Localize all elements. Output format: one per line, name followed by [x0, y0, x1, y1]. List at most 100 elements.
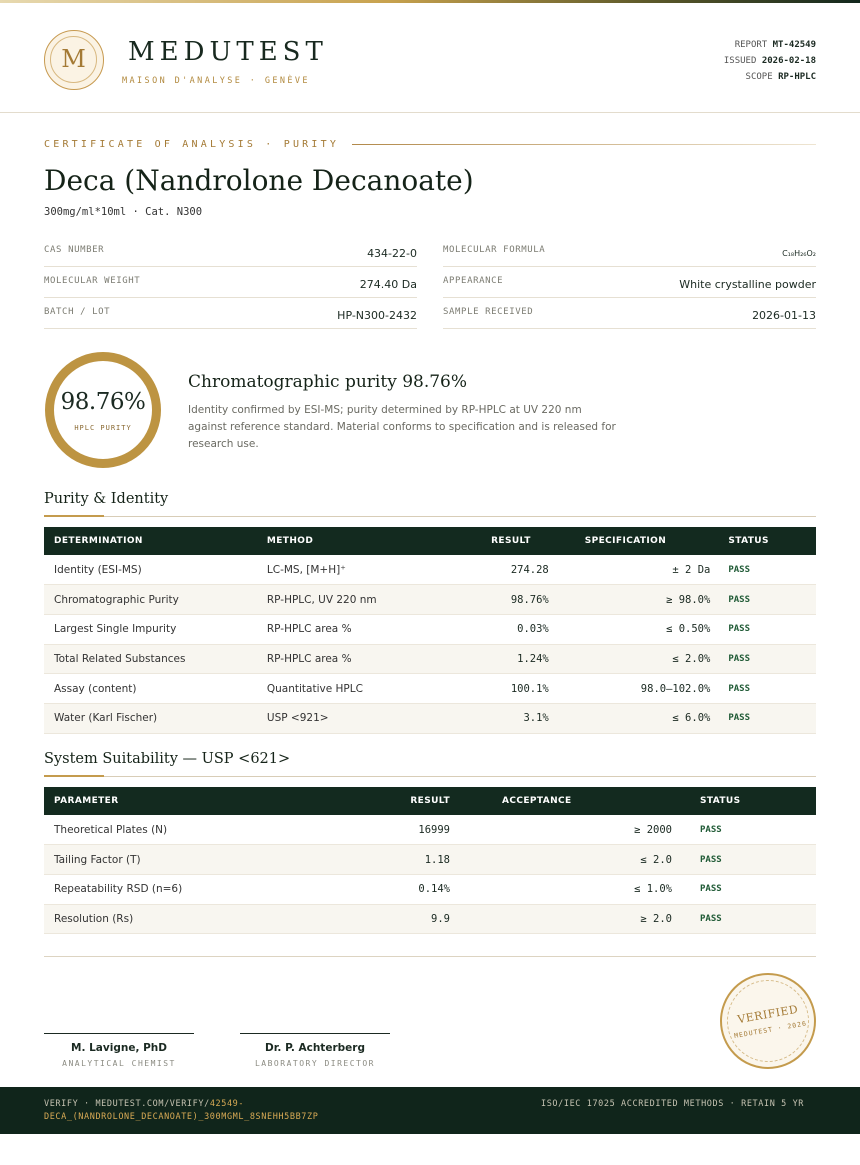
- determination-cell: Total Related Substances: [44, 644, 257, 675]
- info-label: SAMPLE RECEIVED: [443, 307, 534, 317]
- result-cell: 0.14%: [344, 874, 494, 905]
- parameter-cell: Theoretical Plates (N): [44, 815, 344, 846]
- specification-cell: 98.0–102.0%: [566, 673, 729, 704]
- specification-cell: ≤ 0.50%: [566, 614, 729, 645]
- section-title-text: System Suitability — USP <621>: [44, 751, 291, 767]
- column-header: DETERMINATION: [54, 536, 143, 546]
- status-badge: PASS: [728, 555, 816, 586]
- table-row: Chromatographic Purity RP-HPLC, UV 220 nm…: [44, 584, 816, 615]
- result-cell: 98.76%: [424, 584, 567, 615]
- parameter-cell: Tailing Factor (T): [44, 844, 344, 875]
- section-title-purity: Purity & Identity: [44, 488, 816, 517]
- result-cell: 274.28: [424, 555, 567, 586]
- determination-cell: Water (Karl Fischer): [44, 703, 257, 734]
- document-eyebrow: CERTIFICATE OF ANALYSIS · PURITY: [44, 139, 340, 150]
- scope-value: RP-HPLC: [778, 72, 816, 82]
- method-cell: RP-HPLC area %: [256, 614, 425, 645]
- column-header: STATUS: [700, 796, 741, 806]
- issued-label: ISSUED: [723, 56, 757, 66]
- purity-caption: HPLC PURITY: [74, 424, 132, 432]
- column-header: METHOD: [266, 536, 314, 546]
- column-header: RESULT: [491, 536, 531, 546]
- info-value: 2026-01-13: [752, 309, 816, 322]
- section-title-suitability: System Suitability — USP <621>: [44, 748, 816, 777]
- table-header-row: PARAMETER RESULT ACCEPTANCE STATUS: [44, 787, 816, 815]
- column-header: RESULT: [410, 796, 450, 806]
- column-header: SPECIFICATION: [584, 536, 667, 546]
- method-cell: LC-MS, [M+H]⁺: [256, 555, 425, 586]
- info-value: 434-22-0: [367, 247, 417, 260]
- purity-description: Identity confirmed by ESI-MS; purity det…: [188, 404, 616, 450]
- seal-inner: VERIFIED MEDUTEST · 2026: [720, 973, 816, 1069]
- accreditation-note: ISO/IEC 17025 ACCREDITED METHODS · RETAI…: [541, 1099, 805, 1109]
- table-header-row: DETERMINATION METHOD RESULT SPECIFICATIO…: [44, 527, 816, 555]
- section-title-text: Purity & Identity: [44, 491, 169, 507]
- info-label: BATCH / LOT: [44, 307, 111, 317]
- determination-cell: Chromatographic Purity: [44, 584, 257, 615]
- result-cell: 1.18: [344, 844, 494, 875]
- info-value: C₁₈H₂₆O₂: [782, 249, 816, 258]
- acceptance-cell: ≤ 1.0%: [494, 874, 690, 905]
- column-header: PARAMETER: [54, 796, 119, 806]
- info-row: APPEARANCE White crystalline powder: [443, 267, 816, 298]
- info-row: CAS NUMBER 434-22-0: [44, 236, 417, 267]
- info-value: 274.40 Da: [359, 278, 417, 291]
- result-cell: 100.1%: [424, 673, 567, 704]
- info-grid-left: CAS NUMBER 434-22-0 MOLECULAR WEIGHT 274…: [44, 236, 417, 329]
- status-badge: PASS: [728, 584, 816, 615]
- table-row: Total Related Substances RP-HPLC area % 1.…: [44, 644, 816, 675]
- table-row: Tailing Factor (T) 1.18 ≤ 2.0 PASS: [44, 844, 816, 875]
- table-row: Assay (content) Quantitative HPLC 100.1% 98…: [44, 673, 816, 704]
- specification-cell: ≤ 2.0%: [566, 644, 729, 675]
- signatory-role: LABORATORY DIRECTOR: [254, 1059, 375, 1068]
- status-badge: PASS: [728, 644, 816, 675]
- eyebrow-divider: [352, 144, 816, 145]
- acceptance-cell: ≤ 2.0: [494, 844, 690, 875]
- table-row: Repeatability RSD (n=6) 0.14% ≤ 1.0% PASS: [44, 874, 816, 905]
- purity-value: 98.76%: [60, 389, 146, 415]
- result-cell: 3.1%: [424, 703, 567, 734]
- info-label: CAS NUMBER: [44, 245, 105, 255]
- verify-link[interactable]: VERIFY · MEDUTEST.COM/VERIFY/42549-DECA_…: [44, 1098, 374, 1124]
- product-title: Deca (Nandrolone Decanoate): [44, 164, 474, 197]
- method-cell: USP <921>: [256, 703, 425, 734]
- purity-table: DETERMINATION METHOD RESULT SPECIFICATIO…: [44, 527, 816, 734]
- signature-divider: [44, 956, 816, 957]
- info-value: White crystalline powder: [679, 278, 816, 291]
- verify-prefix: VERIFY · MEDUTEST.COM/VERIFY/: [44, 1099, 210, 1109]
- info-row: BATCH / LOT HP-N300-2432: [44, 298, 417, 329]
- result-cell: 0.03%: [424, 614, 567, 645]
- determination-cell: Largest Single Impurity: [44, 614, 257, 645]
- determination-cell: Assay (content): [44, 673, 257, 704]
- specification-cell: ≤ 6.0%: [566, 703, 729, 734]
- status-badge: PASS: [728, 703, 816, 734]
- logo-letter: M: [50, 36, 97, 83]
- signatory-name: M. Lavigne, PhD: [71, 1042, 167, 1054]
- brand-name: MEDUTEST: [128, 37, 328, 67]
- info-row: MOLECULAR WEIGHT 274.40 Da: [44, 267, 417, 298]
- product-subtitle: 300mg/ml*10ml · Cat. N300: [44, 206, 203, 218]
- info-row: MOLECULAR FORMULA C₁₈H₂₆O₂: [443, 236, 816, 267]
- result-cell: 9.9: [344, 904, 494, 935]
- signatory-name: Dr. P. Achterberg: [265, 1042, 365, 1054]
- table-row: Largest Single Impurity RP-HPLC area % 0.0…: [44, 614, 816, 645]
- footer: VERIFY · MEDUTEST.COM/VERIFY/42549-DECA_…: [0, 1087, 860, 1134]
- acceptance-cell: ≥ 2.0: [494, 904, 690, 935]
- issued-date: 2026-02-18: [761, 56, 816, 66]
- report-number: MT-42549: [772, 40, 816, 50]
- status-badge: PASS: [690, 844, 816, 875]
- report-meta: REPORT MT-42549 ISSUED 2026-02-18 SCOPE …: [724, 37, 816, 85]
- specification-cell: ≥ 98.0%: [566, 584, 729, 615]
- section-underline: [44, 515, 104, 517]
- table-row: Theoretical Plates (N) 16999 ≥ 2000 PASS: [44, 815, 816, 846]
- report-label: REPORT: [734, 40, 768, 50]
- specification-cell: ± 2 Da: [566, 555, 729, 586]
- signature-block: M. Lavigne, PhD ANALYTICAL CHEMIST: [44, 1033, 194, 1068]
- suitability-table: PARAMETER RESULT ACCEPTANCE STATUS Theor…: [44, 787, 816, 935]
- brand-logo: M: [44, 30, 104, 90]
- signatory-role: ANALYTICAL CHEMIST: [62, 1059, 176, 1068]
- info-label: MOLECULAR WEIGHT: [44, 276, 141, 286]
- header: M MEDUTEST MAISON D'ANALYSE · GENÈVE REP…: [0, 3, 860, 113]
- acceptance-cell: ≥ 2000: [494, 815, 690, 846]
- info-grid-right: MOLECULAR FORMULA C₁₈H₂₆O₂ APPEARANCE Wh…: [443, 236, 816, 329]
